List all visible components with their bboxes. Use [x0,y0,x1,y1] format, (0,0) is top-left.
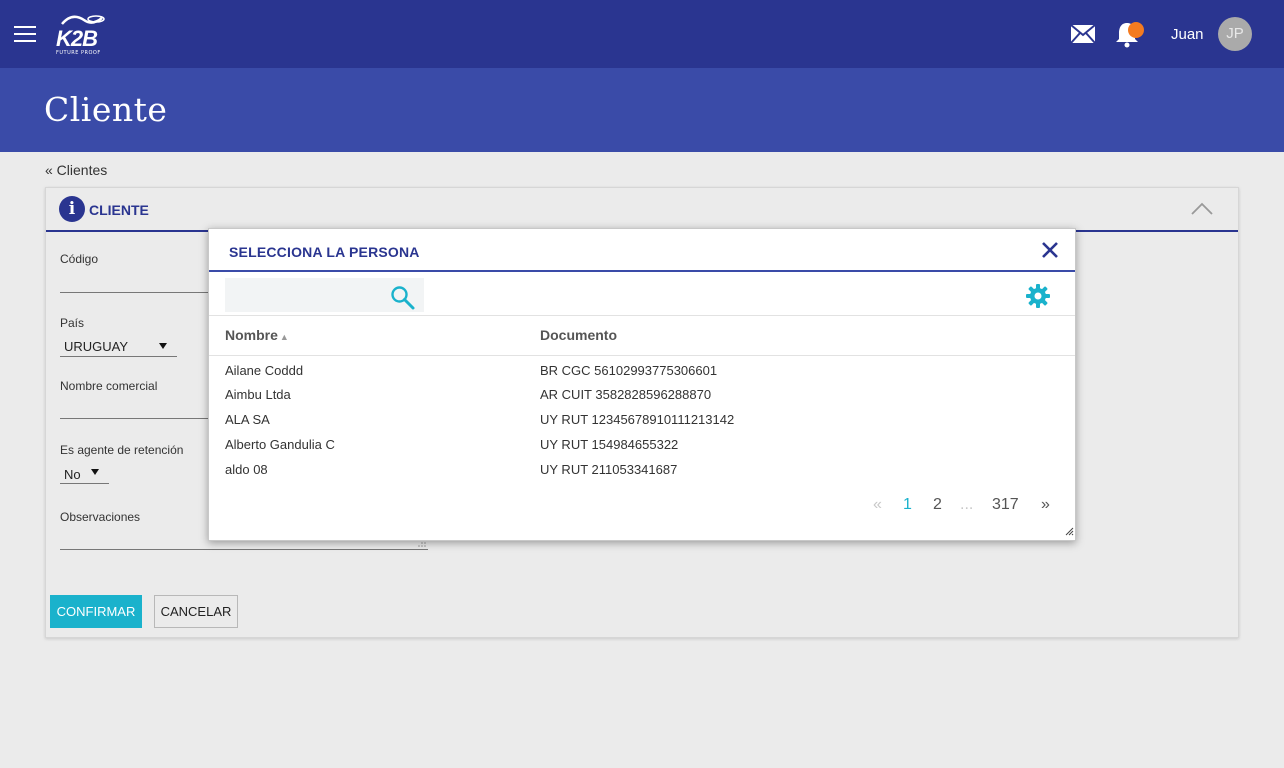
pagination-prev[interactable]: « [873,496,882,514]
search-icon[interactable] [390,285,416,311]
agente-retencion-label: Es agente de retención [60,443,184,457]
header-divider [209,355,1075,356]
k2b-logo[interactable]: K2B FUTURE PROOF [54,14,110,58]
table-row[interactable]: Aimbu Ltda AR CUIT 3582828596288870 [209,382,1075,407]
breadcrumb[interactable]: « Clientes [45,162,107,178]
cell-documento: UY RUT 154984655322 [540,437,679,452]
cell-documento: UY RUT 211053341687 [540,462,678,477]
avatar[interactable]: JP [1218,17,1252,51]
chevron-down-icon[interactable] [159,343,167,349]
cancel-button[interactable]: CANCELAR [154,595,238,628]
top-bar: K2B FUTURE PROOF Juan JP [0,0,1284,68]
pais-select[interactable]: URUGUAY [64,339,128,354]
table-row[interactable]: Ailane Coddd BR CGC 56102993775306601 [209,358,1075,383]
table-row[interactable]: ALA SA UY RUT 12345678910111213142 [209,407,1075,432]
cell-nombre: ALA SA [225,412,270,427]
logo-text: K2B [56,26,98,51]
chevron-down-icon[interactable] [91,469,99,475]
nombre-comercial-field[interactable] [60,418,210,419]
pais-select-underline [60,356,177,357]
pagination-ellipsis: ... [960,496,974,513]
chevron-up-icon[interactable] [1191,202,1213,216]
mail-icon[interactable] [1070,24,1096,44]
agente-select-underline [60,483,109,484]
table-row[interactable]: Alberto Gandulia C UY RUT 154984655322 [209,432,1075,457]
agente-retencion-select[interactable]: No [64,467,81,482]
modal-title: SELECCIONA LA PERSONA [229,244,420,260]
pagination-next[interactable]: » [1041,496,1050,514]
title-bar: Cliente [0,68,1284,152]
modal-header: SELECCIONA LA PERSONA [209,229,1075,272]
codigo-field[interactable] [60,292,210,293]
cell-nombre: Aimbu Ltda [225,387,291,402]
cell-documento: BR CGC 56102993775306601 [540,363,718,378]
column-header-documento[interactable]: Documento [540,327,617,343]
cell-documento: AR CUIT 3582828596288870 [540,387,712,402]
page-title: Cliente [44,90,168,129]
pagination-page-current[interactable]: 1 [903,496,912,514]
modal-resize-icon[interactable] [1065,527,1074,536]
confirm-button[interactable]: CONFIRMAR [50,595,142,628]
codigo-label: Código [60,252,99,266]
gear-icon[interactable] [1025,283,1051,309]
toolbar-divider [209,315,1075,316]
panel-header: i CLIENTE [46,188,1238,232]
pagination-page-last[interactable]: 317 [992,496,1019,514]
pagination-page-2[interactable]: 2 [933,496,942,514]
menu-icon[interactable] [14,26,36,44]
column-header-nombre[interactable]: Nombre ▲ [225,327,289,343]
nombre-comercial-label: Nombre comercial [60,379,158,393]
cell-nombre: Alberto Gandulia C [225,437,335,452]
cell-documento: UY RUT 12345678910111213142 [540,412,735,427]
cell-nombre: Ailane Coddd [225,363,304,378]
user-name[interactable]: Juan [1171,26,1204,43]
close-icon[interactable] [1041,241,1059,259]
select-person-modal: SELECCIONA LA PERSONA Nombre ▲ Documento … [208,228,1076,541]
cell-nombre: aldo 08 [225,462,268,477]
panel-title: CLIENTE [89,202,149,218]
sort-asc-icon: ▲ [279,332,289,342]
logo-subtext: FUTURE PROOF [56,50,101,56]
resize-handle-icon[interactable] [416,540,426,548]
table-row[interactable]: aldo 08 UY RUT 211053341687 [209,457,1075,482]
info-icon: i [59,196,85,222]
observaciones-textarea[interactable] [60,549,428,550]
column-header-nombre-label: Nombre [225,327,278,343]
pais-label: País [60,316,85,330]
observaciones-label: Observaciones [60,510,141,524]
notification-badge [1128,22,1144,38]
